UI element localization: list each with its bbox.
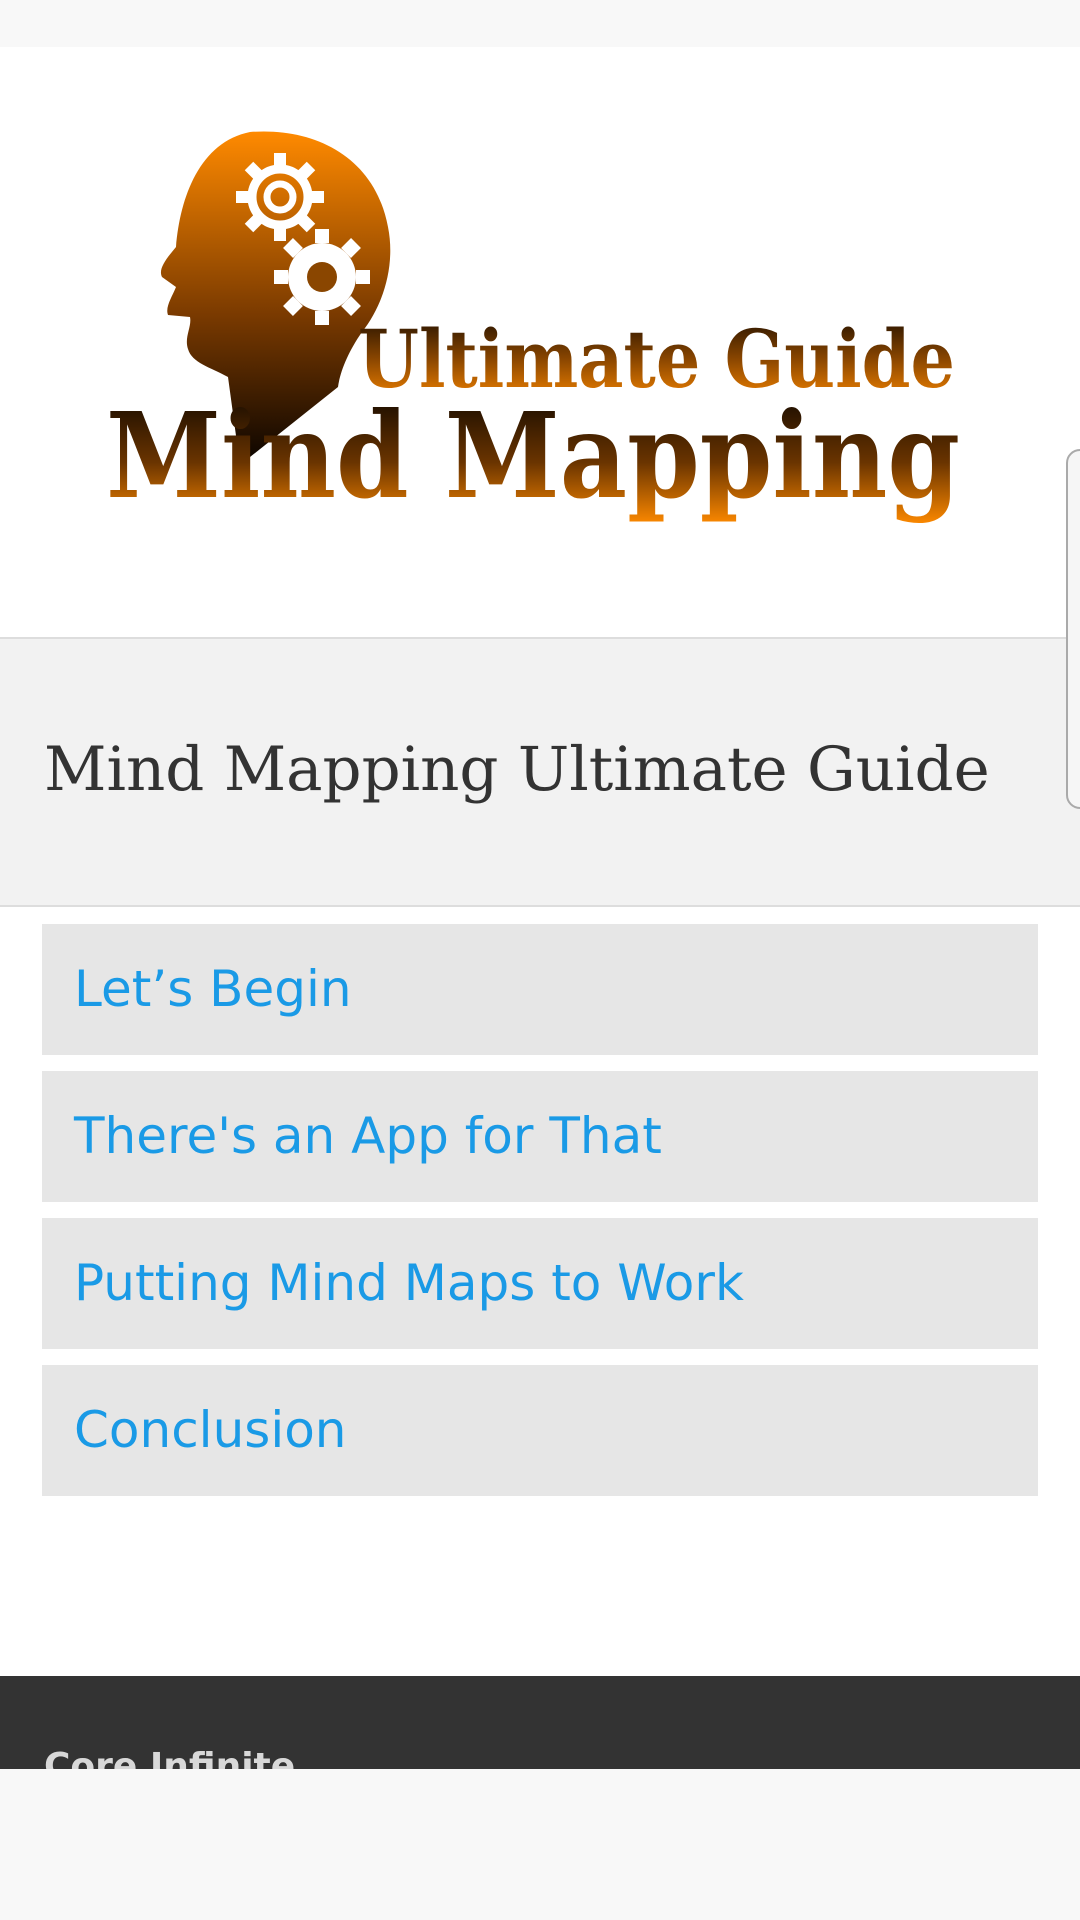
menu-item-lets-begin[interactable]: Let’s Begin: [42, 924, 1038, 1055]
logo-line-mind-mapping: Mind Mapping: [106, 386, 960, 525]
edge-panel-handle[interactable]: [1066, 449, 1080, 809]
page-title: Mind Mapping Ultimate Guide: [44, 734, 990, 805]
menu-item-putting-mind-maps-to-work[interactable]: Putting Mind Maps to Work: [42, 1218, 1038, 1349]
menu-item-label: There's an App for That: [74, 1107, 662, 1165]
header-band: Mind Mapping Ultimate Guide: [0, 637, 1080, 907]
mind-mapping-logo: Ultimate Guide Mind Mapping: [106, 131, 960, 525]
logo-banner: Ultimate Guide Mind Mapping: [0, 47, 1080, 637]
menu-item-theres-an-app-for-that[interactable]: There's an App for That: [42, 1071, 1038, 1202]
menu-item-label: Conclusion: [74, 1401, 347, 1459]
menu-item-label: Putting Mind Maps to Work: [74, 1254, 744, 1312]
menu-item-conclusion[interactable]: Conclusion: [42, 1365, 1038, 1496]
status-bar: [0, 0, 1080, 47]
chapter-menu: Let’s Begin There's an App for That Putt…: [42, 924, 1038, 1512]
menu-item-label: Let’s Begin: [74, 960, 352, 1018]
navigation-bar: [0, 1769, 1080, 1920]
app-page: Ultimate Guide Mind Mapping Mind Mapping…: [0, 0, 1080, 1920]
